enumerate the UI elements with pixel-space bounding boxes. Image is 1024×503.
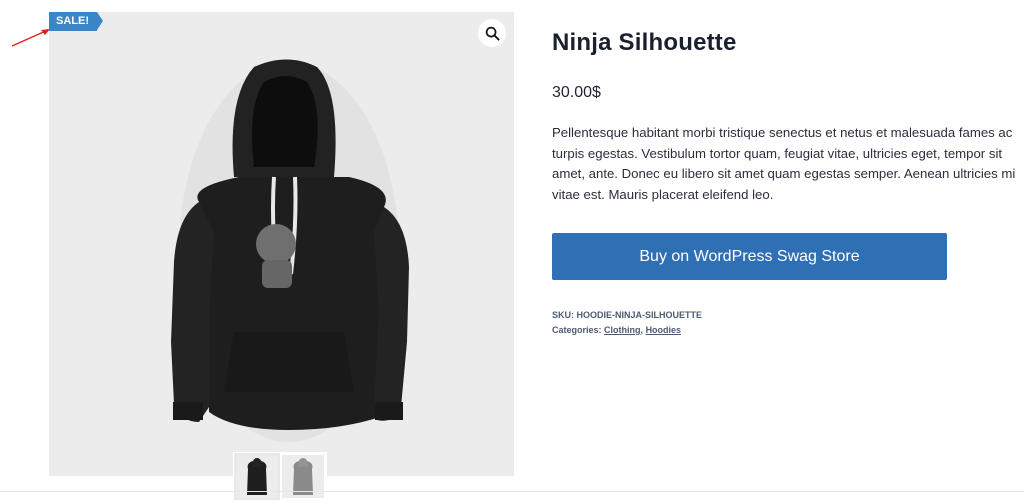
category-separator: , (640, 325, 644, 335)
product-meta: SKU: HOODIE-NINJA-SILHOUETTE Categories:… (552, 308, 702, 338)
thumbnail-strip (233, 452, 327, 501)
buy-button[interactable]: Buy on WordPress Swag Store (552, 233, 947, 280)
product-price: 30.00$ (552, 84, 601, 101)
sku-value: HOODIE-NINJA-SILHOUETTE (576, 310, 703, 320)
sale-badge: SALE! (49, 12, 103, 31)
product-description: Pellentesque habitant morbi tristique se… (552, 125, 1016, 202)
category-link-hoodies[interactable]: Hoodies (646, 325, 682, 335)
product-gallery (49, 12, 514, 476)
zoom-button[interactable] (478, 19, 506, 47)
category-link-clothing[interactable]: Clothing (604, 325, 641, 335)
product-image[interactable] (49, 12, 514, 476)
sku-label: SKU: (552, 310, 574, 320)
categories-line: Categories: Clothing, Hoodies (552, 323, 702, 338)
magnifier-icon (485, 26, 500, 41)
categories-label: Categories: (552, 325, 602, 335)
annotation-arrow-icon (11, 29, 50, 47)
sku-line: SKU: HOODIE-NINJA-SILHOUETTE (552, 308, 702, 323)
product-title: Ninja Silhouette (552, 29, 737, 56)
bottom-divider (0, 491, 1024, 492)
